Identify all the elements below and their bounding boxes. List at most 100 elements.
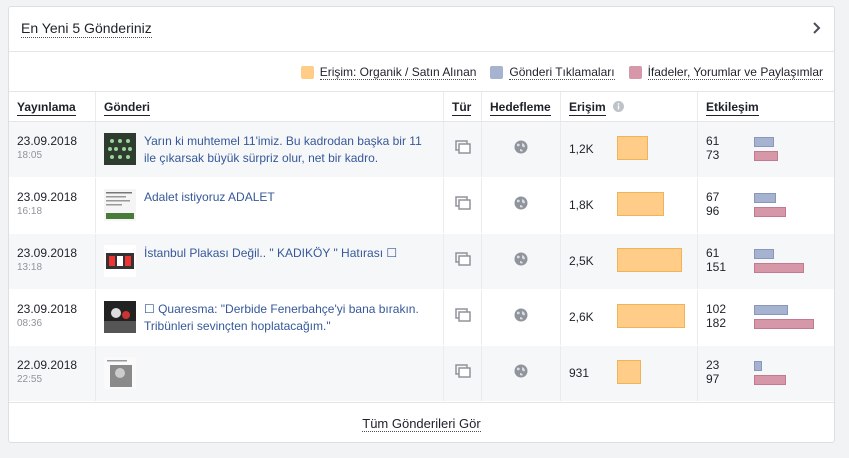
legend-swatch	[490, 66, 504, 79]
legend-swatch	[628, 66, 642, 79]
info-icon[interactable]	[613, 100, 625, 112]
reach-cell: 931	[560, 345, 698, 402]
reach-cell: 1,8K	[560, 177, 698, 234]
reactions-bar[interactable]	[754, 263, 804, 273]
engagement-cell: 61 151	[697, 233, 834, 290]
type-cell	[443, 121, 482, 178]
reach-cell: 2,5K	[560, 233, 698, 290]
post-thumbnail[interactable]	[104, 133, 136, 165]
column-header-reach[interactable]: Erişim	[560, 91, 698, 122]
reach-cell: 1,2K	[560, 121, 698, 178]
clicks-value: 61	[706, 246, 720, 260]
clicks-bar[interactable]	[754, 305, 788, 315]
column-header-targeting[interactable]: Hedefleme	[481, 91, 561, 122]
column-header-label: Yayınlama	[17, 99, 76, 116]
post-thumbnail[interactable]	[104, 245, 136, 277]
post-text[interactable]: Adalet istiyoruz ADALET	[144, 189, 275, 221]
card-footer: Tüm Gönderileri Gör	[9, 402, 834, 442]
reach-value: 2,6K	[569, 310, 594, 324]
recent-posts-card: En Yeni 5 Gönderiniz Erişim: Organik / S…	[8, 6, 835, 443]
clicks-bar[interactable]	[754, 193, 776, 203]
photo-album-icon	[454, 196, 471, 210]
post-text[interactable]: Yarın ki muhtemel 11'imiz. Bu kadrodan b…	[144, 133, 435, 167]
post-cell: ☐ Quaresma: "Derbide Fenerbahçe'yi bana …	[95, 289, 444, 346]
targeting-cell	[481, 233, 561, 290]
chevron-right-icon[interactable]	[810, 19, 824, 37]
clicks-value: 61	[706, 134, 720, 148]
post-text[interactable]: İstanbul Plakası Değil.. " KADIKÖY " Hat…	[144, 245, 397, 277]
reach-bar[interactable]	[617, 248, 682, 272]
legend-item-reach[interactable]: Erişim: Organik / Satın Alınan	[300, 65, 477, 80]
clicks-value: 102	[706, 302, 727, 316]
post-cell: Adalet istiyoruz ADALET	[95, 177, 444, 234]
card-title[interactable]: En Yeni 5 Gönderiniz	[21, 20, 152, 38]
type-cell	[443, 233, 482, 290]
reach-value: 1,8K	[569, 198, 594, 212]
post-date: 22.09.2018	[17, 358, 78, 372]
post-date: 23.09.2018	[17, 246, 78, 260]
see-all-posts-link[interactable]: Tüm Gönderileri Gör	[362, 416, 481, 432]
reactions-value: 73	[706, 148, 720, 162]
reach-value: 931	[569, 366, 590, 380]
column-header-label: Tür	[452, 99, 472, 116]
legend-swatch	[300, 66, 314, 79]
reach-value: 1,2K	[569, 142, 594, 156]
column-header-label: Etkileşim	[706, 99, 759, 116]
posts-table: Yayınlama Gönderi Tür Hedefleme Erişim E…	[9, 91, 834, 402]
engagement-cell: 67 96	[697, 177, 834, 234]
table-row[interactable]: 23.09.2018 13:18 İstanbul Plakası Değil.…	[9, 233, 834, 290]
globe-icon	[514, 364, 528, 378]
reach-bar[interactable]	[617, 136, 648, 160]
table-row[interactable]: 23.09.2018 08:36 ☐ Quaresma: "Derbide Fe…	[9, 289, 834, 346]
column-header-label: Hedefleme	[490, 99, 551, 116]
engagement-cell: 61 73	[697, 121, 834, 178]
post-thumbnail[interactable]	[104, 357, 136, 389]
targeting-cell	[481, 345, 561, 402]
post-text[interactable]: ☐ Quaresma: "Derbide Fenerbahçe'yi bana …	[144, 301, 435, 335]
post-date: 23.09.2018	[17, 190, 78, 204]
clicks-bar[interactable]	[754, 137, 774, 147]
globe-icon	[514, 196, 528, 210]
type-cell	[443, 345, 482, 402]
column-header-label: Erişim	[569, 99, 606, 116]
targeting-cell	[481, 289, 561, 346]
column-header-type[interactable]: Tür	[443, 91, 482, 122]
post-time: 22:55	[17, 374, 43, 385]
photo-album-icon	[454, 308, 471, 322]
engagement-cell: 102 182	[697, 289, 834, 346]
clicks-value: 67	[706, 190, 720, 204]
reactions-bar[interactable]	[754, 375, 786, 385]
table-row[interactable]: 23.09.2018 18:05 Yarın ki muhtemel 11'im…	[9, 121, 834, 178]
column-header-date[interactable]: Yayınlama	[9, 91, 96, 122]
engagement-cell: 23 97	[697, 345, 834, 402]
post-date: 23.09.2018	[17, 302, 78, 316]
column-header-post[interactable]: Gönderi	[95, 91, 444, 122]
clicks-bar[interactable]	[754, 249, 774, 259]
targeting-cell	[481, 177, 561, 234]
legend-item-clicks[interactable]: Gönderi Tıklamaları	[490, 65, 615, 80]
type-cell	[443, 177, 482, 234]
post-thumbnail[interactable]	[104, 189, 136, 221]
table-row[interactable]: 23.09.2018 16:18 Adalet istiyoruz ADALET…	[9, 177, 834, 234]
reactions-bar[interactable]	[754, 151, 778, 161]
column-header-label: Gönderi	[104, 99, 151, 116]
date-cell: 23.09.2018 16:18	[9, 177, 96, 234]
legend-item-reactions[interactable]: İfadeler, Yorumlar ve Paylaşımlar	[628, 65, 823, 80]
column-header-engagement[interactable]: Etkileşim	[697, 91, 834, 122]
reach-bar[interactable]	[617, 304, 685, 328]
reach-bar[interactable]	[617, 192, 664, 216]
post-thumbnail[interactable]	[104, 301, 136, 333]
reactions-bar[interactable]	[754, 207, 786, 217]
post-time: 18:05	[17, 150, 43, 161]
reach-bar[interactable]	[617, 360, 641, 384]
date-cell: 23.09.2018 18:05	[9, 121, 96, 178]
reactions-value: 182	[706, 316, 727, 330]
reach-value: 2,5K	[569, 254, 594, 268]
photo-album-icon	[454, 140, 471, 154]
date-cell: 23.09.2018 08:36	[9, 289, 96, 346]
reactions-bar[interactable]	[754, 319, 814, 329]
date-cell: 22.09.2018 22:55	[9, 345, 96, 402]
table-row[interactable]: 22.09.2018 22:55 931 23 97	[9, 345, 834, 402]
clicks-bar[interactable]	[754, 361, 762, 371]
clicks-value: 23	[706, 358, 720, 372]
